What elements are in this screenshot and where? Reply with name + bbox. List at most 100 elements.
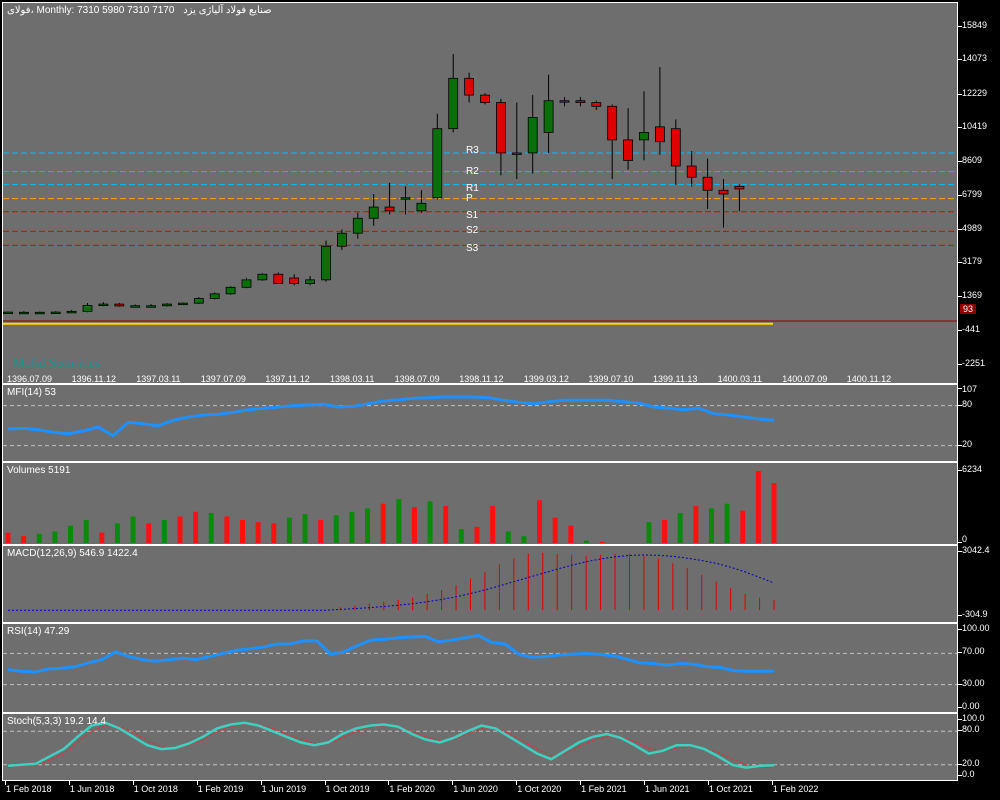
candle-body: [511, 152, 522, 155]
scale-label: 3042.4: [962, 545, 990, 555]
candle-body: [623, 139, 633, 161]
candle-body: [702, 176, 713, 191]
mfi-pane[interactable]: MFI(14) 53: [2, 384, 958, 462]
scale-label: 107: [962, 384, 978, 394]
candle-body: [162, 303, 172, 307]
volume-bar: [224, 516, 230, 543]
scale-label: 80: [962, 398, 973, 409]
candle-body: [591, 102, 602, 107]
main-x-label: 1399.03.12: [523, 374, 569, 384]
price-chart-pane[interactable]: فولای، Monthly: 7310 5980 7310 7170 صنای…: [2, 2, 958, 384]
candle-body: [543, 100, 554, 133]
stoch-scale: 100.0 80.0 20.0 0.0: [958, 713, 1000, 781]
candle-body: [257, 273, 268, 281]
volume-bar: [583, 540, 589, 543]
volume-bar: [568, 525, 574, 543]
volume-bar: [599, 541, 605, 543]
pivot-label-r2: R2: [466, 165, 479, 177]
scale-label: 70.00: [962, 646, 985, 657]
main-x-label: 1398.03.11: [330, 374, 375, 384]
volume-bar: [443, 506, 449, 543]
candle-body: [130, 305, 141, 308]
current-price-badge: 93: [960, 304, 977, 314]
scale-label: 20: [962, 438, 973, 449]
volume-bar: [239, 519, 245, 543]
watermark: Mofid Securities: [13, 355, 101, 370]
volume-bar: [521, 536, 527, 543]
candle-body: [321, 245, 331, 281]
candle-body: [82, 305, 93, 312]
price-label: 6799: [962, 188, 983, 199]
stoch-pane[interactable]: Stoch(5,3,3) 19.2 14.4: [2, 713, 958, 781]
price-scale[interactable]: 15849 14073 12229 10419 8609 6799 4989 3179 1369…: [958, 2, 1000, 384]
candle-body: [66, 310, 77, 314]
volume-bar: [458, 529, 464, 543]
main-x-label: 1396.07.09: [7, 374, 53, 384]
time-label: 1 Oct 2019: [325, 784, 370, 794]
volume-bar: [193, 511, 199, 543]
timeframe-label: Monthly:: [36, 5, 75, 16]
volume-bar: [427, 501, 433, 543]
volume-bar: [646, 522, 652, 543]
scale-label: 0.0: [962, 769, 975, 779]
time-axis: 1 Feb 2018 1 Jun 2018 1 Oct 2018 1 Feb 2019…: [0, 781, 1000, 800]
candle-body: [50, 311, 61, 315]
candle-body: [146, 305, 157, 308]
stoch-svg: [3, 721, 957, 769]
volume-bar: [552, 517, 558, 543]
volume-bar: [114, 523, 120, 543]
candle-body: [352, 217, 363, 234]
main-x-label: 1400.03.11: [717, 374, 762, 384]
main-x-label: 1400.11.12: [846, 374, 892, 384]
volume-bar: [271, 523, 277, 543]
candle-body: [336, 232, 347, 247]
candle-body: [18, 311, 29, 315]
time-label: 1 Oct 2020: [517, 784, 562, 794]
volume-bar: [537, 500, 543, 543]
volume-bar: [677, 512, 683, 543]
macd-signal-line: [8, 554, 775, 611]
stoch-main-line: [7, 721, 775, 769]
volume-bar: [68, 525, 74, 543]
candle-body: [639, 132, 649, 141]
macd-title: MACD(12,26,9) 546.9 1422.4: [7, 548, 138, 559]
time-label: 1 Feb 2022: [772, 784, 819, 794]
pivot-label-p: P: [466, 192, 473, 204]
volume-bar: [255, 522, 261, 543]
main-x-label: 1397.11.12: [265, 374, 310, 384]
scale-label: 100.0: [962, 713, 985, 723]
pivot-label-s3: S3: [466, 243, 479, 255]
volume-bar: [693, 506, 699, 543]
candle-body: [464, 77, 475, 96]
candle-body: [368, 206, 379, 219]
stoch-title: Stoch(5,3,3) 19.2 14.4: [7, 716, 106, 727]
volumes-pane[interactable]: Volumes 5191: [2, 462, 958, 545]
mfi-title: MFI(14) 53: [7, 387, 56, 398]
chart-title: فولای، Monthly: 7310 5980 7310 7170 صنای…: [7, 5, 272, 16]
rsi-svg: [3, 633, 957, 686]
candle-body: [177, 302, 188, 306]
price-label: 4989: [962, 222, 983, 233]
scale-label: 0.00: [962, 701, 980, 711]
macd-scale: 3042.4 -304.9: [958, 545, 1000, 623]
rsi-title: RSI(14) 47.29: [7, 626, 70, 637]
main-x-label: 1397.03.11: [136, 374, 181, 384]
candle-body: [448, 77, 459, 130]
candle-body: [241, 279, 252, 288]
candle-body: [432, 128, 443, 199]
macd-pane[interactable]: MACD(12,26,9) 546.9 1422.4: [2, 545, 958, 623]
candle-body: [670, 128, 681, 167]
candle-body: [480, 94, 490, 103]
candle-body: [225, 286, 236, 295]
scale-label: 6234: [962, 464, 983, 474]
rsi-scale: 100.00 70.00 30.00 0.00: [958, 623, 1000, 713]
candle-body: [416, 202, 427, 212]
candle-body: [305, 279, 316, 284]
candle-body: [98, 303, 109, 306]
rsi-pane[interactable]: RSI(14) 47.29: [2, 623, 958, 713]
volume-bar: [36, 533, 42, 543]
volume-bar: [333, 515, 339, 543]
volume-bar: [208, 512, 214, 543]
time-label: 1 Oct 2021: [708, 784, 753, 794]
volume-bar: [146, 523, 152, 543]
